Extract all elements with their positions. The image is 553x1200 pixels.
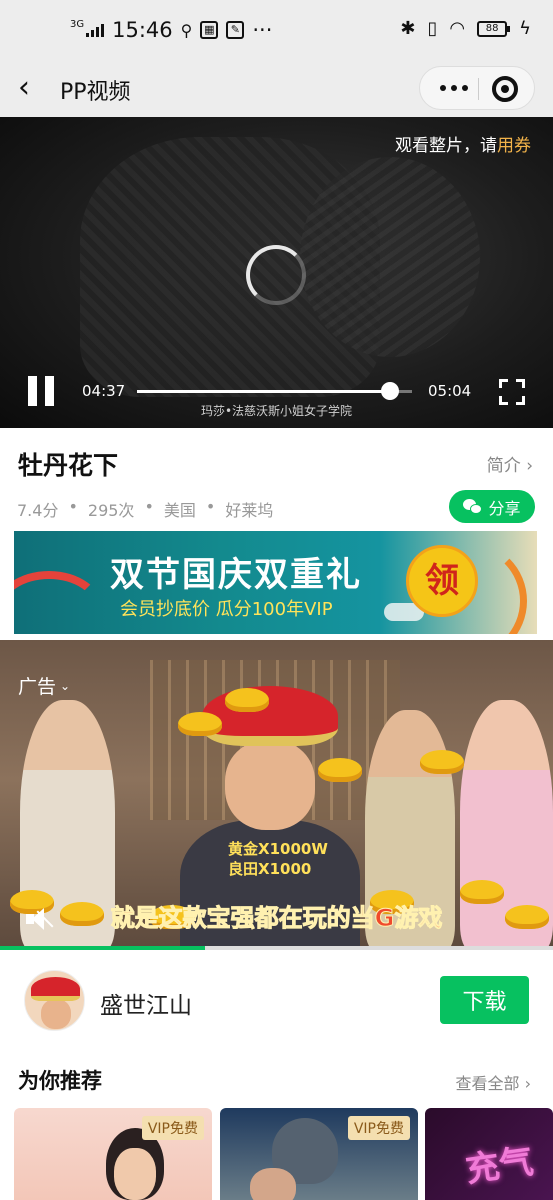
meta-dot: •	[144, 497, 154, 516]
status-time: 15:46	[112, 18, 173, 42]
promo-banner[interactable]: 双节国庆双重礼 会员抄底价 瓜分100年VIP 领	[14, 531, 537, 634]
promo-decoration	[14, 571, 104, 634]
meta-dot: •	[205, 497, 216, 516]
status-bar: 3G 15:46 ⚲ ▦ ✎ ··· ✱ ▯ ◠ 88 ϟ	[0, 0, 553, 60]
status-bar-right: ✱ ▯ ◠ 88 ϟ	[400, 18, 531, 39]
wifi-icon: ◠	[449, 18, 466, 39]
app-notification-icon: ▦	[200, 21, 219, 39]
gold-ingot-icon	[318, 758, 362, 782]
status-bar-left: 3G 15:46 ⚲ ▦ ✎ ···	[70, 18, 272, 42]
card-thumbnail-face	[250, 1168, 296, 1200]
download-button[interactable]: 下载	[440, 976, 529, 1024]
recommend-card[interactable]: VIP免费	[14, 1108, 212, 1200]
vibrate-icon: ▯	[427, 18, 438, 39]
ad-label-text: 广告	[18, 676, 57, 698]
total-time: 05:04	[428, 382, 472, 400]
ad-label[interactable]: 广告 ⌄	[18, 672, 70, 699]
video-progress-fill	[137, 390, 390, 393]
charging-icon: ϟ	[519, 18, 531, 39]
claim-coin-button[interactable]: 领	[406, 545, 478, 617]
meta-dot: •	[68, 497, 78, 516]
ad-slogan: 就是这款宝强都在玩的当G游戏	[110, 904, 443, 933]
card-neon-text: 充气	[463, 1141, 536, 1191]
movie-title: 牡丹花下	[18, 451, 119, 480]
capsule-divider	[478, 78, 479, 100]
gold-ingot-icon	[225, 688, 269, 712]
intro-link[interactable]: 简介 ›	[487, 451, 533, 476]
miniprogram-capsule	[419, 66, 535, 110]
current-time: 04:37	[82, 382, 126, 400]
ad-progress-fill	[0, 946, 205, 950]
close-miniprogram-icon[interactable]	[492, 76, 518, 102]
more-menu-icon[interactable]	[432, 70, 476, 106]
app-notification-icon-2: ✎	[226, 21, 245, 39]
watch-full-text: 观看整片，请	[395, 136, 497, 156]
view-all-link[interactable]: 查看全部 ›	[456, 1070, 532, 1094]
nav-title: PP视频	[60, 80, 131, 105]
back-icon[interactable]: ‹	[18, 70, 30, 105]
bluetooth-icon: ✱	[400, 18, 416, 39]
signal-icon	[86, 23, 105, 37]
vip-free-badge: VIP免费	[141, 1116, 204, 1140]
promo-title: 双节国庆双重礼	[110, 555, 362, 595]
more-notifications-icon: ···	[252, 18, 273, 42]
movie-rating: 7.4分	[17, 501, 59, 520]
gold-ingot-icon	[420, 750, 464, 774]
chevron-down-icon: ⌄	[60, 678, 71, 693]
loading-spinner-icon	[246, 245, 306, 305]
nav-bar: ‹ PP视频	[0, 60, 553, 117]
ad-caption: 黄金X1000W	[228, 840, 328, 858]
vip-free-badge: VIP免费	[347, 1116, 410, 1140]
wechat-icon	[463, 498, 483, 515]
mute-icon[interactable]	[26, 908, 54, 930]
movie-region: 美国	[163, 501, 196, 520]
watch-full-prompt[interactable]: 观看整片，请用券	[395, 131, 531, 156]
share-button[interactable]: 分享	[449, 490, 535, 523]
promo-subtitle: 会员抄底价 瓜分100年VIP	[120, 599, 333, 620]
network-type: 3G	[70, 18, 85, 30]
share-label: 分享	[488, 498, 521, 518]
card-thumbnail-face	[114, 1148, 156, 1200]
use-coupon-link[interactable]: 用券	[497, 136, 531, 156]
video-progress-handle[interactable]	[381, 382, 399, 400]
ad-caption: 良田X1000	[228, 860, 312, 878]
recommend-title: 为你推荐	[18, 1069, 102, 1093]
usb-icon: ⚲	[180, 20, 193, 40]
recommend-card[interactable]: VIP免费	[220, 1108, 418, 1200]
recommend-card[interactable]: 充气	[425, 1108, 553, 1200]
gold-ingot-icon	[178, 712, 222, 736]
ad-progress-bar	[0, 946, 553, 950]
ad-video[interactable]: 广告 ⌄ 黄金X1000W 良田X1000 就是这款宝强都在玩的当G游戏	[0, 640, 553, 950]
video-subtitle: 玛莎•法慈沃斯小姐女子学院	[200, 404, 353, 418]
app-name[interactable]: 盛世江山	[100, 986, 192, 1020]
movie-meta: 7.4分 • 295次 • 美国 • 好莱坞	[17, 497, 273, 521]
movie-genre: 好莱坞	[225, 501, 274, 520]
video-frame-figure-2	[300, 157, 480, 357]
movie-play-count: 295次	[87, 501, 135, 520]
video-player[interactable]: 观看整片，请用券 04:37 05:04 玛莎•法慈沃斯小姐女子学院	[0, 117, 553, 428]
video-progress-bar[interactable]	[137, 382, 412, 400]
battery-icon: 88	[477, 20, 511, 37]
app-avatar[interactable]	[24, 970, 85, 1031]
